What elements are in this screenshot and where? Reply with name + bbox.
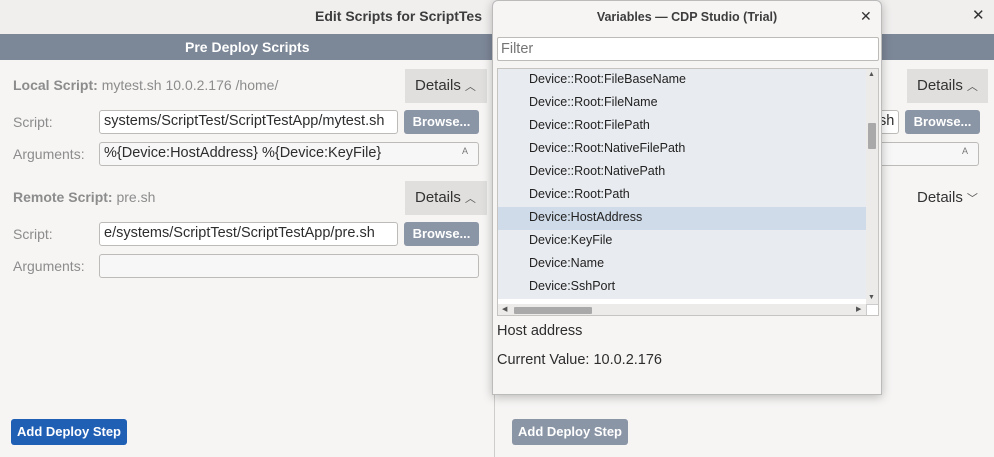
variables-dialog: Variables — CDP Studio (Trial) ✕ Device:… [492,0,882,395]
remote-arguments-label: Arguments: [13,258,85,274]
list-item[interactable]: Device::Root:Path [498,184,866,207]
filter-input[interactable] [497,37,879,61]
vertical-scrollbar[interactable]: ▲ ▼ [866,69,878,304]
remote-arguments-input[interactable] [99,254,479,278]
scroll-left-icon[interactable]: ◀ [502,305,507,313]
local-details-label: Details [415,77,461,94]
list-item[interactable]: Device::Root:FilePath [498,115,866,138]
local-script-input[interactable]: systems/ScriptTest/ScriptTestApp/mytest.… [99,110,398,134]
right-details-label-bottom: Details [917,189,963,206]
right-details-label-top: Details [917,77,963,94]
right-add-deploy-step-button[interactable]: Add Deploy Step [512,419,628,445]
local-arguments-value: %{Device:HostAddress} %{Device:KeyFile} [104,145,382,161]
local-script-summary: Local Script: mytest.sh 10.0.2.176 /home… [13,77,278,93]
list-item-selected[interactable]: Device:HostAddress [498,207,866,230]
local-script-value: mytest.sh 10.0.2.176 /home/ [101,77,279,93]
list-item[interactable]: Device:Name [498,253,866,276]
right-pane-header [880,34,994,60]
lock-icon: A [461,146,468,156]
right-details-toggle-bottom[interactable]: Details ﹀ [907,181,988,215]
scroll-up-icon[interactable]: ▲ [868,71,875,78]
remote-details-toggle[interactable]: Details ︿ [405,181,487,215]
chevron-up-icon: ︿ [464,81,476,93]
remote-script-summary: Remote Script: pre.sh [13,189,155,205]
pre-deploy-header-label: Pre Deploy Scripts [185,39,310,55]
lock-icon: A [961,146,968,156]
remote-script-value: pre.sh [116,189,156,205]
chevron-up-icon: ︿ [464,193,476,205]
horizontal-scrollbar[interactable]: ◀ ▶ [498,304,866,315]
list-item[interactable]: Device:KeyFile [498,230,866,253]
local-details-toggle[interactable]: Details ︿ [405,69,487,103]
variable-current-value: Current Value: 10.0.2.176 [497,352,662,368]
variables-list[interactable]: Device::Root:FileBaseName Device::Root:F… [497,68,879,316]
window-title: Edit Scripts for ScriptTes [315,8,482,24]
chevron-up-icon: ︿ [966,81,978,93]
add-deploy-step-button[interactable]: Add Deploy Step [11,419,127,445]
remote-script-field-label: Script: [13,226,53,242]
scroll-corner [866,304,878,315]
chevron-down-icon: ﹀ [966,193,978,205]
local-arguments-input[interactable]: %{Device:HostAddress} %{Device:KeyFile} … [99,142,479,166]
dialog-title: Variables — CDP Studio (Trial) [596,10,778,24]
remote-script-input[interactable]: e/systems/ScriptTest/ScriptTestApp/pre.s… [99,222,398,246]
variable-description: Host address [497,323,583,339]
list-item[interactable]: Device::Root:FileName [498,92,866,115]
scroll-right-icon[interactable]: ▶ [856,305,861,313]
right-browse-button[interactable]: Browse... [905,110,980,134]
remote-browse-button[interactable]: Browse... [404,222,479,246]
list-item[interactable]: Device::Root:FileBaseName [498,69,866,92]
list-item[interactable]: Device::Root:NativeFilePath [498,138,866,161]
right-details-toggle-top[interactable]: Details ︿ [907,69,988,103]
window-close-icon[interactable]: ✕ [972,6,985,24]
remote-script-label: Remote Script: [13,189,113,205]
horizontal-scroll-thumb[interactable] [514,307,592,314]
list-item[interactable]: Device::Root:NativePath [498,161,866,184]
right-arguments-input[interactable]: A [866,142,979,166]
list-item[interactable]: Device:SshPort [498,276,866,299]
remote-details-label: Details [415,189,461,206]
local-script-field-label: Script: [13,114,53,130]
scroll-down-icon[interactable]: ▼ [868,294,875,301]
vertical-scroll-thumb[interactable] [868,123,876,149]
local-arguments-label: Arguments: [13,146,85,162]
dialog-close-icon[interactable]: ✕ [860,8,872,25]
local-browse-button[interactable]: Browse... [404,110,479,134]
pre-deploy-header: Pre Deploy Scripts [0,34,492,60]
local-script-label: Local Script: [13,77,98,93]
